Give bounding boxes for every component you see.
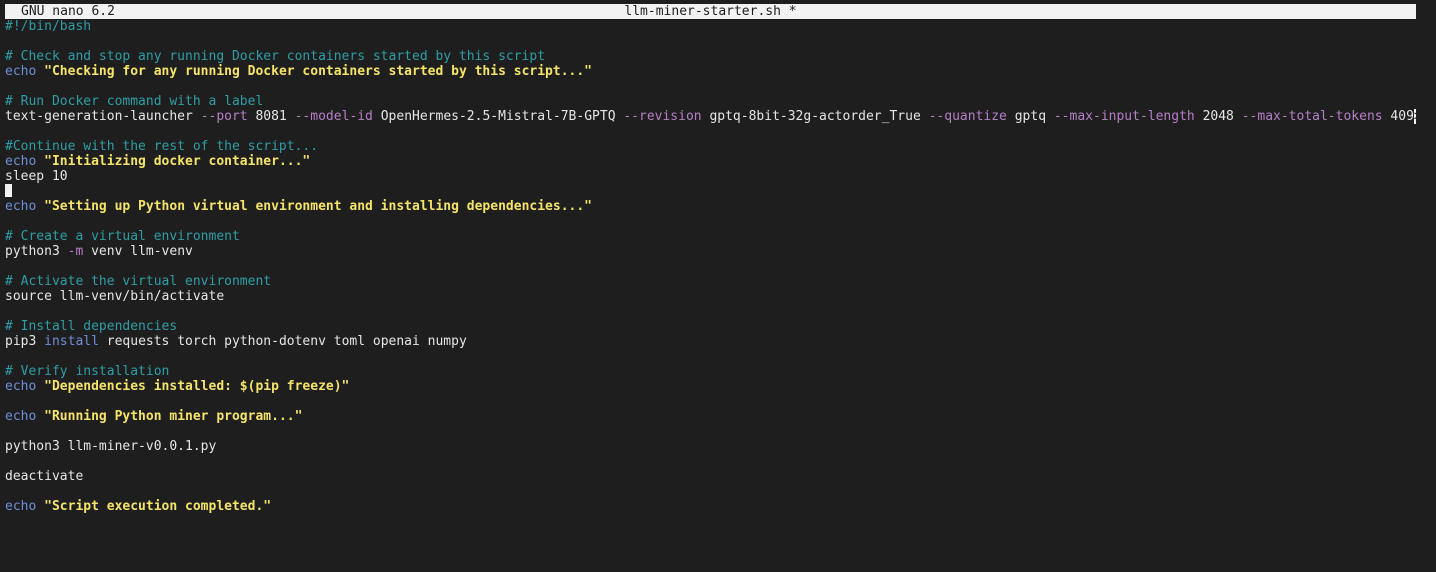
nano-title-bar: GNU nano 6.2 llm-miner-starter.sh * (5, 4, 1416, 19)
code-line[interactable] (5, 214, 1416, 229)
text-token: OpenHermes-2.5-Mistral-7B-GPTQ (372, 109, 624, 124)
keyword-token: echo (5, 199, 37, 214)
code-line[interactable]: text-generation-launcher --port 8081 --m… (5, 109, 1416, 124)
code-line[interactable]: # Install dependencies (5, 319, 1416, 334)
flag-token: --model-id (294, 109, 373, 124)
string-token: "Checking for any running Docker contain… (44, 64, 593, 79)
code-line[interactable]: pip3 install requests torch python-doten… (5, 334, 1416, 349)
text-token: text-generation-launcher (5, 109, 201, 124)
code-line[interactable]: # Run Docker command with a label (5, 94, 1416, 109)
code-line[interactable] (5, 394, 1416, 409)
text-token: requests torch python-dotenv toml openai… (98, 334, 467, 349)
code-line[interactable]: deactivate (5, 469, 1416, 484)
flag-token: --quantize (928, 109, 1007, 124)
text-token: 8081 (247, 109, 295, 124)
flag-token: --max-total-tokens (1241, 109, 1383, 124)
text-token: python3 (5, 244, 68, 259)
text-cursor (5, 184, 12, 197)
code-line[interactable]: echo "Setting up Python virtual environm… (5, 199, 1416, 214)
code-line[interactable] (5, 304, 1416, 319)
keyword-token: echo (5, 499, 37, 514)
code-line[interactable]: echo "Running Python miner program..." (5, 409, 1416, 424)
code-line[interactable] (5, 454, 1416, 469)
comment-token: # Check and stop any running Docker cont… (5, 49, 546, 64)
comment-token: # Activate the virtual environment (5, 274, 272, 289)
code-line[interactable]: # Check and stop any running Docker cont… (5, 49, 1416, 64)
line-overflow-indicator: > (1413, 109, 1416, 124)
keyword-token: echo (5, 64, 37, 79)
comment-token: # Run Docker command with a label (5, 94, 264, 109)
flag-token: -m (67, 244, 84, 259)
file-name-label: llm-miner-starter.sh * (624, 4, 797, 19)
text-token: python3 llm-miner-v0.0.1.py (5, 439, 217, 454)
string-token: "Running Python miner program..." (44, 409, 303, 424)
code-line[interactable]: source llm-venv/bin/activate (5, 289, 1416, 304)
code-line[interactable]: echo "Script execution completed." (5, 499, 1416, 514)
code-line[interactable]: echo "Initializing docker container..." (5, 154, 1416, 169)
code-line[interactable] (5, 79, 1416, 94)
code-line[interactable]: #!/bin/bash (5, 19, 1416, 34)
code-line[interactable] (5, 484, 1416, 499)
keyword-token: echo (5, 154, 37, 169)
code-line[interactable]: echo "Checking for any running Docker co… (5, 64, 1416, 79)
flag-token: --port (200, 109, 248, 124)
comment-token: # Create a virtual environment (5, 229, 240, 244)
code-line[interactable] (5, 349, 1416, 364)
code-line[interactable] (5, 184, 1416, 199)
comment-token: # Install dependencies (5, 319, 178, 334)
code-line[interactable]: # Create a virtual environment (5, 229, 1416, 244)
text-editor-area[interactable]: #!/bin/bash # Check and stop any running … (5, 19, 1416, 514)
code-line[interactable] (5, 124, 1416, 139)
string-token: "Initializing docker container..." (44, 154, 311, 169)
text-token: venv llm-venv (83, 244, 193, 259)
code-line[interactable]: python3 llm-miner-v0.0.1.py (5, 439, 1416, 454)
code-line[interactable]: #Continue with the rest of the script... (5, 139, 1416, 154)
text-token: source llm-venv/bin/activate (5, 289, 225, 304)
code-line[interactable]: sleep 10 (5, 169, 1416, 184)
code-line[interactable] (5, 259, 1416, 274)
text-token: gptq-8bit-32g-actorder_True (701, 109, 929, 124)
keyword-token: install (44, 334, 99, 349)
code-line[interactable] (5, 424, 1416, 439)
string-token: "Setting up Python virtual environment a… (44, 199, 593, 214)
text-token: 409 (1382, 109, 1414, 124)
code-line[interactable]: # Activate the virtual environment (5, 274, 1416, 289)
text-token: pip3 (5, 334, 45, 349)
comment-token: #!/bin/bash (5, 19, 92, 34)
text-token: 2048 (1194, 109, 1242, 124)
code-line[interactable] (5, 34, 1416, 49)
comment-token: #Continue with the rest of the script... (5, 139, 319, 154)
code-line[interactable]: python3 -m venv llm-venv (5, 244, 1416, 259)
code-line[interactable]: echo "Dependencies installed: $(pip free… (5, 379, 1416, 394)
text-token: gptq (1006, 109, 1054, 124)
keyword-token: echo (5, 379, 37, 394)
text-token: sleep 10 (5, 169, 68, 184)
keyword-token: echo (5, 409, 37, 424)
flag-token: --revision (623, 109, 702, 124)
text-token: deactivate (5, 469, 84, 484)
string-token: "Dependencies installed: $(pip freeze)" (44, 379, 350, 394)
code-line[interactable]: # Verify installation (5, 364, 1416, 379)
comment-token: # Verify installation (5, 364, 170, 379)
string-token: "Script execution completed." (44, 499, 272, 514)
flag-token: --max-input-length (1053, 109, 1195, 124)
